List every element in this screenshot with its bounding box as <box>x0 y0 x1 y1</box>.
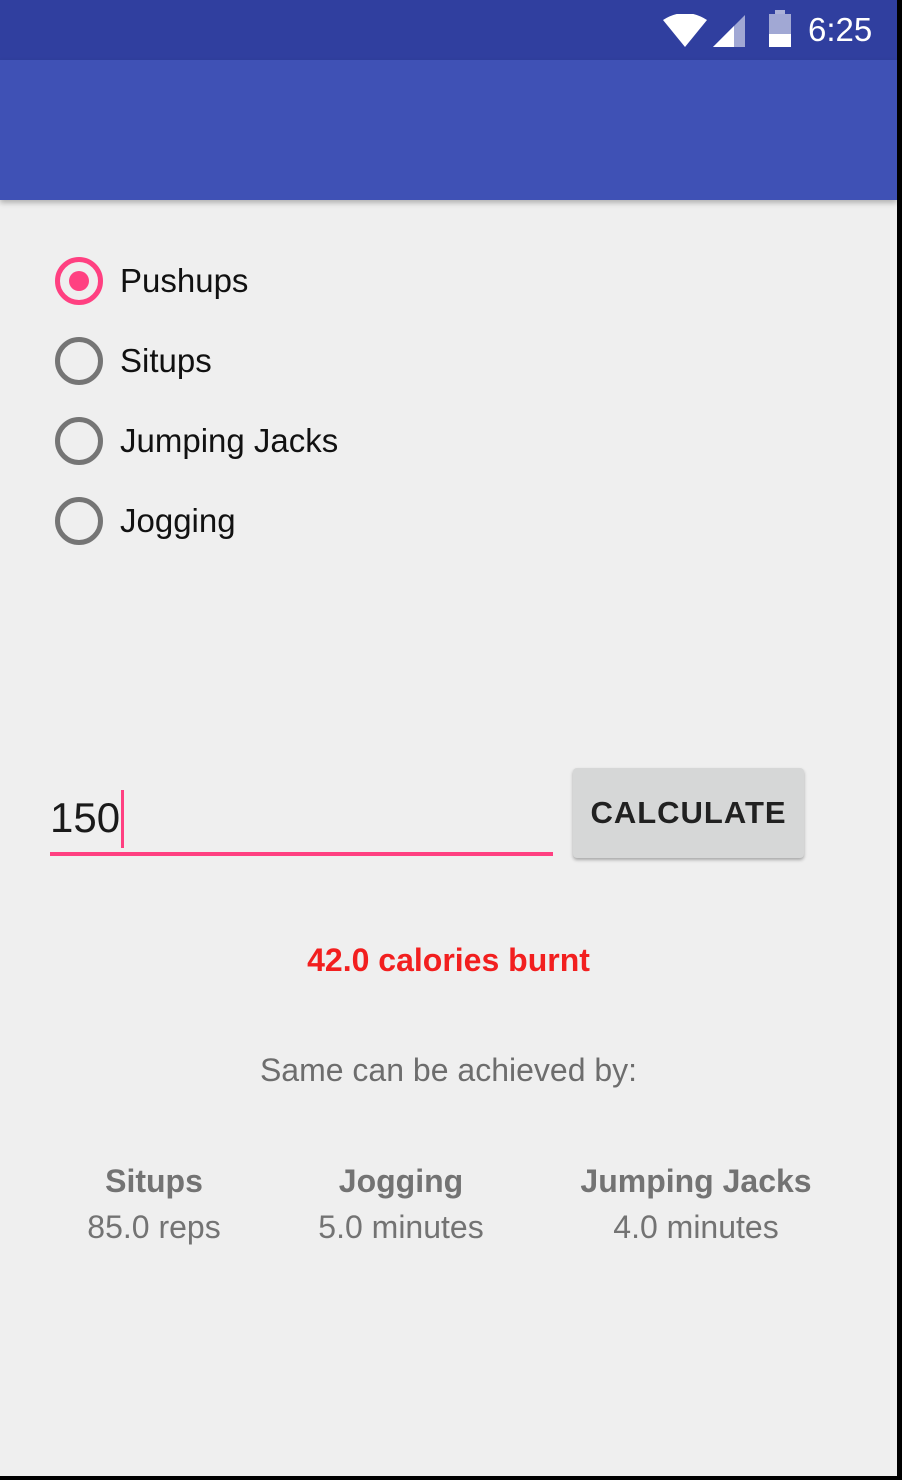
radio-unchecked-icon <box>55 497 103 545</box>
status-clock: 6:25 <box>808 11 873 48</box>
calculate-button[interactable]: CALCULATE <box>573 768 804 858</box>
equivalent-name: Jogging <box>338 1163 464 1199</box>
radio-situps[interactable]: Situps <box>52 320 472 400</box>
calories-result: 42.0 calories burnt <box>307 942 590 978</box>
radio-label: Pushups <box>120 262 249 299</box>
radio-jogging[interactable]: Jogging <box>52 480 472 560</box>
radio-label: Situps <box>120 342 212 379</box>
equivalent-amount: 5.0 minutes <box>318 1209 484 1245</box>
reps-input-value: 150 <box>50 794 121 841</box>
equivalent-jumping-jacks: Jumping Jacks 4.0 minutes <box>566 1158 826 1250</box>
equivalent-amount: 85.0 reps <box>87 1209 221 1245</box>
battery-icon <box>769 10 791 47</box>
radio-unchecked-icon <box>55 337 103 385</box>
radio-pushups[interactable]: Pushups <box>52 240 472 320</box>
radio-jumping-jacks[interactable]: Jumping Jacks <box>52 400 472 480</box>
app-screen: 6:25 Pushups Situps Jumping Jacks Joggin… <box>0 0 897 1476</box>
equivalent-jogging: Jogging 5.0 minutes <box>291 1158 511 1250</box>
signal-icon <box>713 15 745 47</box>
app-bar <box>0 60 897 200</box>
radio-unchecked-icon <box>55 417 103 465</box>
status-bar: 6:25 <box>0 0 897 60</box>
radio-checked-icon <box>55 257 103 305</box>
text-cursor <box>121 790 125 848</box>
radio-label: Jogging <box>120 502 236 539</box>
equivalent-situps: Situps 85.0 reps <box>54 1158 254 1250</box>
radio-dot-icon <box>69 271 89 291</box>
equivalent-name: Situps <box>105 1163 203 1199</box>
reps-input[interactable]: 150 <box>50 790 553 856</box>
equivalent-name: Jumping Jacks <box>580 1163 812 1199</box>
equivalents-heading: Same can be achieved by: <box>259 1052 638 1088</box>
equivalent-amount: 4.0 minutes <box>613 1209 779 1245</box>
wifi-icon <box>663 14 707 47</box>
radio-label: Jumping Jacks <box>120 422 339 459</box>
